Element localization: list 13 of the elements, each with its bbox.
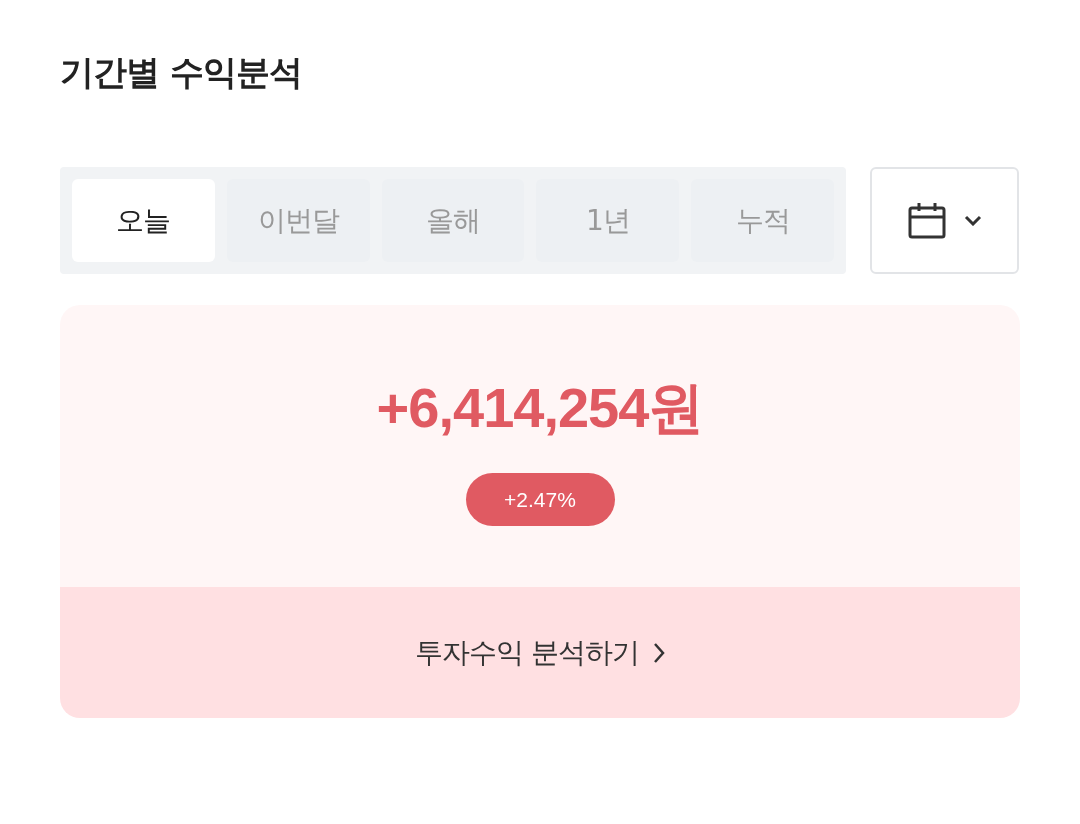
period-tab[interactable]: 1년 bbox=[536, 179, 680, 262]
period-tab[interactable]: 올해 bbox=[381, 179, 525, 262]
date-picker-button[interactable] bbox=[870, 167, 1019, 274]
profit-amount: +6,414,254원 bbox=[376, 375, 704, 441]
calendar-icon bbox=[907, 202, 946, 239]
period-tab[interactable]: 오늘 bbox=[72, 179, 215, 262]
period-tab[interactable]: 누적 bbox=[691, 179, 834, 262]
analysis-link-button[interactable]: 투자수익 분석하기 bbox=[60, 587, 1020, 718]
chevron-right-icon bbox=[652, 641, 665, 664]
section-title: 기간별 수익분석 bbox=[60, 51, 303, 94]
profit-rate-badge: +2.47% bbox=[465, 473, 615, 526]
period-tab[interactable]: 이번달 bbox=[226, 179, 370, 262]
chevron-down-icon bbox=[963, 215, 982, 226]
